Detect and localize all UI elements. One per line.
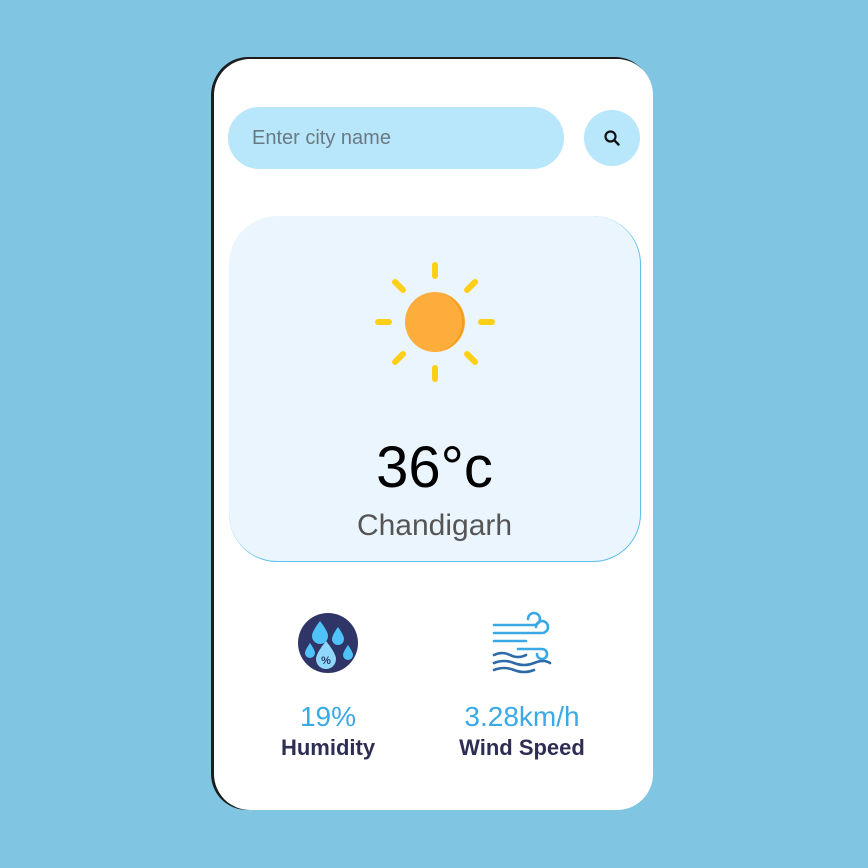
wind-speed-stat: 3.28km/h Wind Speed	[432, 611, 612, 763]
search-button[interactable]	[584, 110, 640, 166]
humidity-value: 19%	[299, 701, 357, 732]
humidity-label: Humidity	[280, 735, 376, 760]
svg-text:%: %	[321, 655, 331, 667]
humidity-icon: %	[298, 613, 358, 673]
search-icon	[604, 130, 620, 146]
weather-card: 36°c Chandigarh % 19% Humidity	[214, 59, 653, 810]
city-search-input[interactable]	[228, 107, 564, 169]
current-weather-panel: 36°c Chandigarh	[229, 216, 641, 562]
wind-speed-label: Wind Speed	[459, 735, 585, 760]
sun-icon	[375, 262, 495, 382]
temperature-value: 36°c	[376, 435, 493, 500]
wind-speed-value: 3.28km/h	[464, 701, 580, 732]
wind-icon	[492, 611, 552, 674]
city-name: Chandigarh	[356, 509, 513, 542]
humidity-stat: % 19% Humidity	[238, 611, 418, 763]
